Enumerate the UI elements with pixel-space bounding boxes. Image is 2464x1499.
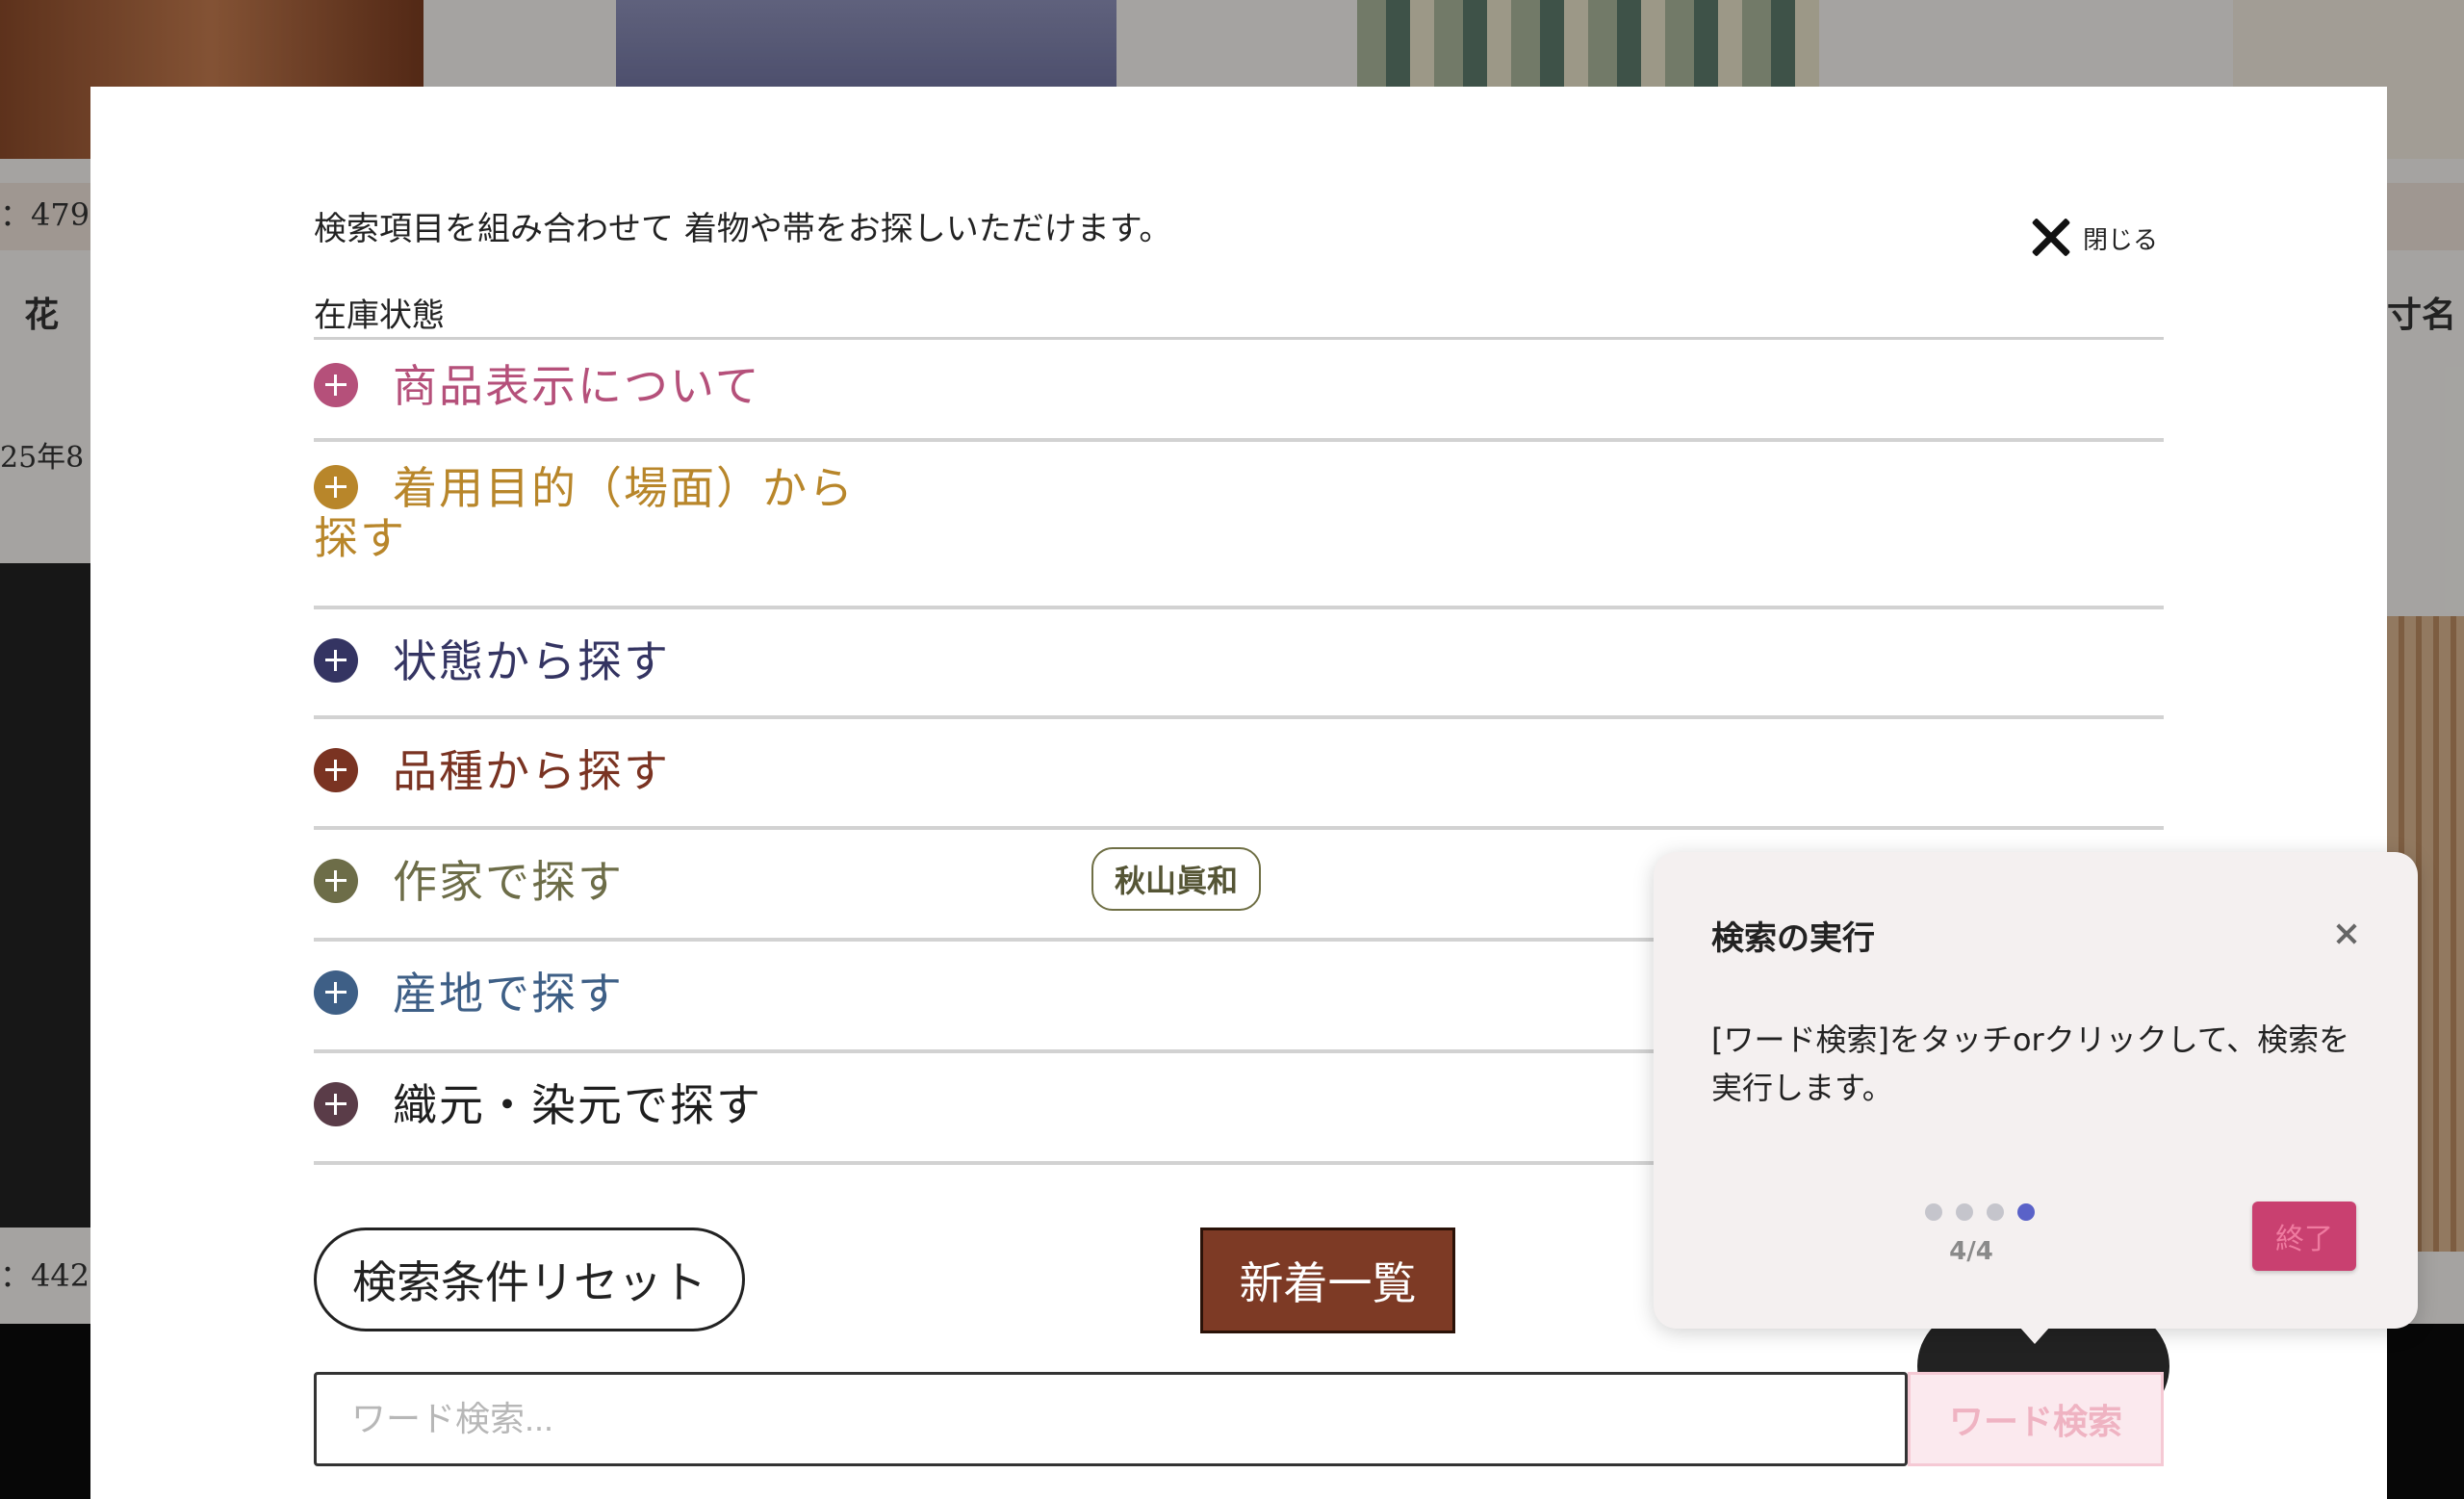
- progress-dot: [1956, 1203, 1973, 1221]
- close-label[interactable]: 閉じる: [2083, 220, 2158, 256]
- close-icon[interactable]: [2332, 919, 2361, 948]
- accordion-label[interactable]: 品種から探す: [393, 746, 670, 796]
- plus-circle-icon[interactable]: [314, 465, 358, 509]
- accordion-label[interactable]: 状態から探す: [393, 636, 670, 686]
- stock-status-label: 在庫状態: [314, 297, 445, 335]
- accordion-condition[interactable]: 状態から探す: [314, 609, 2164, 719]
- plus-circle-icon[interactable]: [314, 748, 358, 792]
- accordion-label[interactable]: 産地で探す: [393, 969, 624, 1019]
- accordion-product-display[interactable]: 商品表示について: [314, 344, 2164, 442]
- accordion-variety[interactable]: 品種から探す: [314, 719, 2164, 830]
- tour-description: [ワード検索]をタッチorクリックして、検索を実行します。: [1711, 1021, 2350, 1106]
- divider: [314, 337, 2164, 340]
- progress-dot-active: [2017, 1203, 2035, 1221]
- accordion-label[interactable]: 着用目的（場面）から: [393, 463, 855, 513]
- selected-artist-tag[interactable]: 秋山眞和: [1091, 847, 1262, 911]
- tour-title: 検索の実行: [1711, 919, 1875, 958]
- accordion-purpose[interactable]: 着用目的（場面）から 探す: [314, 440, 2164, 609]
- tour-step-counter: 4/4: [1949, 1237, 1993, 1266]
- tour-progress-dots: [1925, 1203, 2035, 1221]
- plus-circle-icon[interactable]: [314, 970, 358, 1015]
- plus-circle-icon[interactable]: [314, 1082, 358, 1126]
- tour-done-button[interactable]: 終了: [2252, 1202, 2356, 1271]
- new-arrivals-button[interactable]: 新着一覧: [1200, 1228, 1455, 1333]
- tour-pointer: [2019, 1327, 2050, 1344]
- plus-circle-icon[interactable]: [314, 363, 358, 407]
- tour-popover: 検索の実行 [ワード検索]をタッチorクリックして、検索を実行します。 4/4 …: [1654, 852, 2418, 1329]
- intro-text: 検索項目を組み合わせて 着物や帯をお探しいただけます。: [314, 210, 1172, 248]
- word-search-input[interactable]: [314, 1372, 1908, 1466]
- accordion-label[interactable]: 織元・染元で探す: [393, 1080, 762, 1130]
- word-search-button[interactable]: ワード検索: [1908, 1372, 2164, 1466]
- accordion-label-continued[interactable]: 探す: [314, 513, 2164, 563]
- accordion-label[interactable]: 作家で探す: [393, 857, 624, 907]
- close-button[interactable]: 閉じる: [2025, 212, 2158, 264]
- plus-circle-icon[interactable]: [314, 859, 358, 903]
- progress-dot: [1987, 1203, 2004, 1221]
- progress-dot: [1925, 1203, 1942, 1221]
- reset-conditions-button[interactable]: 検索条件リセット: [314, 1228, 745, 1331]
- accordion-label[interactable]: 商品表示について: [393, 361, 761, 411]
- plus-circle-icon[interactable]: [314, 638, 358, 683]
- close-icon[interactable]: [2025, 212, 2077, 264]
